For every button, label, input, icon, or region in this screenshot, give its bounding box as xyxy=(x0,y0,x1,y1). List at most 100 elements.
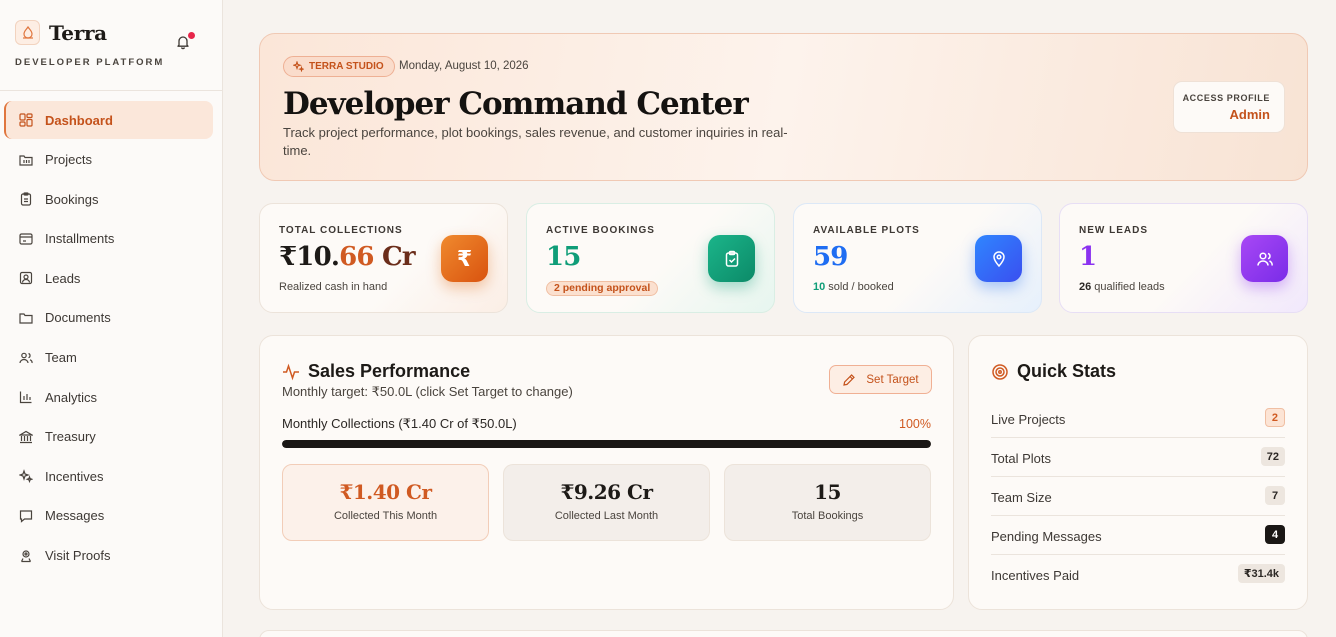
analytics-icon xyxy=(19,390,33,404)
sidebar-item-installments[interactable]: Installments xyxy=(4,220,213,258)
stat-value-unit: Cr xyxy=(373,242,416,272)
sales-performance-title: Sales Performance xyxy=(282,361,470,382)
quick-stat-label: Team Size xyxy=(991,490,1052,505)
quick-stat-value: ₹31.4k xyxy=(1237,564,1285,583)
brand[interactable]: Terra xyxy=(15,20,107,45)
set-target-label: Set Target xyxy=(866,373,919,386)
stat-label: NEW LEADS xyxy=(1079,225,1148,236)
stat-sub: 2 pending approval xyxy=(546,281,659,296)
visit-proofs-icon xyxy=(19,549,33,563)
stat-value: 59 xyxy=(813,242,848,272)
quick-stat-row: Pending Messages 4 xyxy=(991,516,1285,555)
stat-value: 1 xyxy=(1079,242,1097,272)
sidebar-nav: Dashboard Projects Bookings Installments… xyxy=(4,101,213,576)
stat-value: ₹10.66 Cr xyxy=(279,242,416,272)
sidebar-item-visit-proofs[interactable]: Visit Proofs xyxy=(4,537,213,575)
qualified-text: qualified leads xyxy=(1091,281,1165,293)
rupee-icon: ₹ xyxy=(441,235,488,282)
stat-label: AVAILABLE PLOTS xyxy=(813,225,920,236)
stat-value-accent: 66 xyxy=(339,242,374,272)
sidebar-item-leads[interactable]: Leads xyxy=(4,259,213,297)
sidebar-item-label: Bookings xyxy=(45,191,99,207)
qualified-count: 26 xyxy=(1079,281,1092,293)
sidebar-item-team[interactable]: Team xyxy=(4,339,213,377)
sidebar-item-label: Leads xyxy=(45,270,81,286)
sidebar-item-label: Installments xyxy=(45,231,115,247)
sidebar-item-analytics[interactable]: Analytics xyxy=(4,378,213,416)
tile-value: 15 xyxy=(814,480,841,504)
projects-icon xyxy=(19,153,33,167)
sidebar-divider xyxy=(0,90,223,91)
progress-percent: 100% xyxy=(899,417,931,431)
stat-card-new-leads[interactable]: NEW LEADS 1 26 qualified leads xyxy=(1059,203,1308,313)
quick-stat-value: 2 xyxy=(1264,408,1285,427)
stat-card-available-plots[interactable]: AVAILABLE PLOTS 59 10 sold / booked xyxy=(793,203,1042,313)
sidebar-item-bookings[interactable]: Bookings xyxy=(4,180,213,218)
sold-text: sold / booked xyxy=(825,281,894,293)
installments-icon xyxy=(19,232,33,246)
treasury-icon xyxy=(19,430,33,444)
stat-card-active-bookings[interactable]: ACTIVE BOOKINGS 15 2 pending approval xyxy=(526,203,775,313)
sidebar-item-label: Treasury xyxy=(45,429,96,445)
sold-count: 10 xyxy=(813,281,826,293)
sidebar-item-messages[interactable]: Messages xyxy=(4,497,213,535)
monthly-target-text: Monthly target: ₹50.0L (click Set Target… xyxy=(282,384,573,399)
quick-stat-label: Total Plots xyxy=(991,451,1051,466)
collected-last-month-tile: ₹9.26 Cr Collected Last Month xyxy=(503,464,710,541)
sidebar-item-documents[interactable]: Documents xyxy=(4,299,213,337)
stat-sub: 26 qualified leads xyxy=(1079,281,1165,293)
tile-label: Collected This Month xyxy=(333,510,438,522)
progress-fill xyxy=(282,440,931,448)
stat-value-main: ₹10. xyxy=(279,242,340,272)
access-profile[interactable]: ACCESS PROFILE Admin xyxy=(1173,81,1285,133)
sparkle-icon xyxy=(293,61,304,72)
set-target-button[interactable]: Set Target xyxy=(829,365,932,394)
sidebar-item-incentives[interactable]: Incentives xyxy=(4,457,213,495)
collected-this-month-tile: ₹1.40 Cr Collected This Month xyxy=(282,464,489,541)
brand-name: Terra xyxy=(49,20,107,45)
total-bookings-tile: 15 Total Bookings xyxy=(724,464,931,541)
map-pin-icon xyxy=(975,235,1022,282)
notifications-button[interactable] xyxy=(175,32,195,52)
sidebar-item-label: Team xyxy=(45,350,77,366)
sidebar-item-dashboard[interactable]: Dashboard xyxy=(4,101,213,139)
stat-value: 15 xyxy=(546,242,581,272)
sidebar-item-label: Projects xyxy=(45,152,92,168)
terra-logo-icon xyxy=(15,20,40,45)
sidebar-item-label: Messages xyxy=(45,508,105,524)
team-icon xyxy=(19,351,33,365)
messages-icon xyxy=(19,509,33,523)
sidebar-item-label: Visit Proofs xyxy=(45,548,111,564)
tile-label: Collected Last Month xyxy=(554,510,659,522)
target-icon xyxy=(992,363,1008,380)
quick-stat-value: 72 xyxy=(1260,447,1285,466)
leads-icon xyxy=(19,271,33,285)
progress-track xyxy=(282,440,931,448)
pending-approval-badge[interactable]: 2 pending approval xyxy=(546,281,659,296)
sidebar: Terra DEVELOPER PLATFORM Dashboard Proje… xyxy=(0,0,223,637)
users-icon xyxy=(1241,235,1288,282)
access-profile-value: Admin xyxy=(1229,107,1270,122)
hero-banner: TERRA STUDIO Monday, August 10, 2026 Dev… xyxy=(259,33,1308,181)
page-title: Developer Command Center xyxy=(283,86,749,122)
quick-stat-value: 4 xyxy=(1265,525,1285,544)
quick-stats-title-text: Quick Stats xyxy=(1017,361,1117,381)
sidebar-item-label: Dashboard xyxy=(45,112,113,128)
stat-card-total-collections[interactable]: TOTAL COLLECTIONS ₹10.66 Cr Realized cas… xyxy=(259,203,508,313)
quick-stat-label: Live Projects xyxy=(991,412,1066,427)
sidebar-item-label: Analytics xyxy=(45,389,98,405)
sidebar-item-label: Incentives xyxy=(45,468,104,484)
tile-value: ₹9.26 Cr xyxy=(560,480,653,504)
quick-stat-row: Total Plots 72 xyxy=(991,438,1285,477)
current-date: Monday, August 10, 2026 xyxy=(399,60,529,72)
tile-label: Total Bookings xyxy=(791,510,864,522)
incentives-icon xyxy=(19,469,33,484)
progress-label: Monthly Collections (₹1.40 Cr of ₹50.0L) xyxy=(282,416,517,431)
quick-stats-card: Quick Stats Live Projects 2 Total Plots … xyxy=(968,335,1308,610)
studio-chip: TERRA STUDIO xyxy=(283,56,395,77)
stat-label: ACTIVE BOOKINGS xyxy=(546,225,655,236)
sidebar-item-treasury[interactable]: Treasury xyxy=(4,418,213,456)
sidebar-item-projects[interactable]: Projects xyxy=(4,141,213,179)
tile-value: ₹1.40 Cr xyxy=(339,480,432,504)
sales-performance-card: Sales Performance Monthly target: ₹50.0L… xyxy=(259,335,954,610)
